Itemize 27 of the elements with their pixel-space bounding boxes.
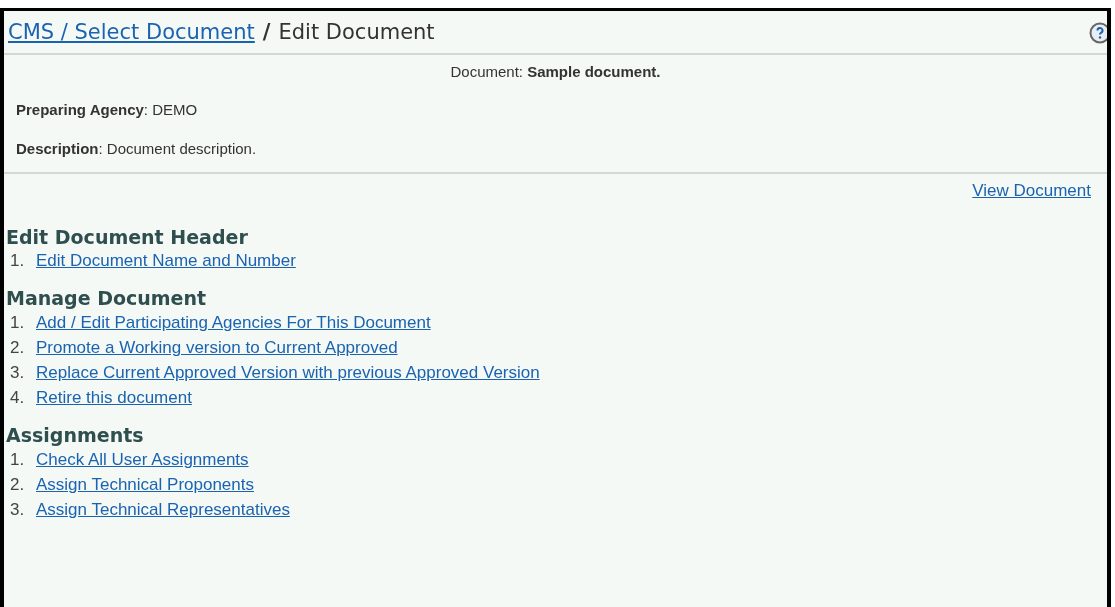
item-number: 2. (10, 337, 26, 360)
menu-link[interactable]: Retire this document (36, 385, 192, 411)
item-number: 2. (10, 473, 26, 496)
section-heading: Manage Document (5, 287, 208, 311)
item-number: 3. (10, 362, 26, 385)
item-number: 3. (10, 498, 26, 521)
menu-link[interactable]: Edit Document Name and Number (36, 248, 296, 274)
item-number: 1. (10, 250, 26, 273)
item-number: 1. (10, 312, 26, 335)
menu-link[interactable]: Assign Technical Representatives (36, 496, 290, 522)
page-title: Edit Document (278, 19, 435, 46)
item-number: 4. (10, 387, 26, 410)
menu-link[interactable]: Promote a Working version to Current Approved (36, 335, 398, 361)
document-line: Document: Sample document. (449, 61, 662, 82)
section-heading: Edit Document Header (5, 225, 249, 249)
field-text: Description: Document description. (16, 138, 258, 159)
menu-link[interactable]: Check All User Assignments (36, 446, 249, 472)
item-number: 1. (10, 448, 26, 471)
menu-link[interactable]: Add / Edit Participating Agencies For This Document (36, 310, 431, 336)
section-heading: Assignments (5, 424, 145, 447)
menu-link[interactable]: Assign Technical Proponents (36, 471, 254, 497)
menu-link[interactable]: Replace Current Approved Version with previous Approved Version (36, 360, 540, 386)
field-text: Preparing Agency: DEMO (16, 100, 199, 120)
view-document-link[interactable]: View Document (972, 178, 1091, 204)
breadcrumb-separator: / (262, 19, 271, 46)
breadcrumb-link[interactable]: CMS / Select Document (8, 17, 255, 49)
help-icon[interactable] (1089, 21, 1107, 44)
